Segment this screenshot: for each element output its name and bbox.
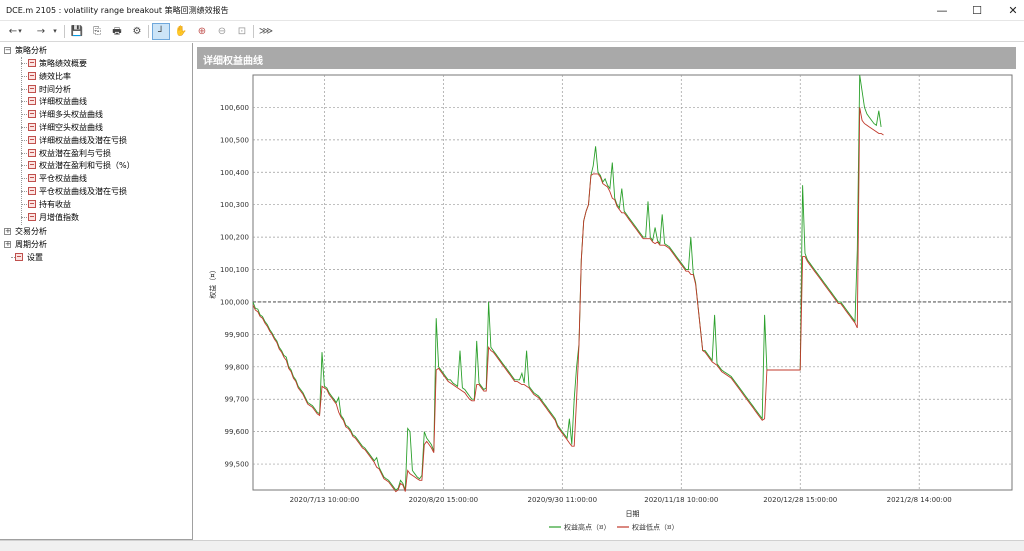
tree-guide-line <box>21 216 27 218</box>
y-tick-label: 100,300 <box>220 201 249 209</box>
tree-guide-line <box>21 203 27 205</box>
report-page-icon <box>28 148 36 157</box>
settings-page-icon <box>15 253 23 261</box>
report-page-icon <box>28 59 36 67</box>
y-tick-label: 100,400 <box>220 169 249 177</box>
legend-label-low: 权益低点（¤） <box>632 523 678 532</box>
report-page-icon <box>28 135 36 144</box>
tree-guide-line <box>21 191 27 192</box>
window-title: DCE.m 2105 : volatility range breakout 策… <box>6 6 229 15</box>
toolbar: ← ▾ → ▾ 💾 ⎘ 🖶 ⚙ ┘ ✋ ⊕ ⊖ ⊡ ⋙ <box>0 21 1024 42</box>
tree-node-item[interactable]: 权益潜在盈利与亏损 <box>39 147 111 160</box>
copy-icon[interactable]: ⎘ <box>88 23 106 40</box>
tree-node-item[interactable]: 平仓权益曲线 <box>39 172 87 185</box>
x-tick-label: 2020/8/20 15:00:00 <box>409 496 479 504</box>
x-tick-label: 2021/2/8 14:00:00 <box>887 496 952 504</box>
y-tick-label: 100,000 <box>220 298 249 306</box>
minimize-button[interactable]: — <box>922 0 962 21</box>
report-page-icon <box>28 123 36 131</box>
tree-node-item[interactable]: 持有收益 <box>39 198 71 211</box>
x-axis-label: 日期 <box>626 510 640 518</box>
y-tick-label: 99,800 <box>225 363 250 371</box>
print-icon[interactable]: 🖶 <box>108 23 126 40</box>
equity-chart[interactable]: 99,500 99,600 99,700 99,800 99,900 100,000 100… <box>197 43 1024 540</box>
tree-node-item[interactable]: 平仓权益曲线及潜在亏损 <box>39 185 127 198</box>
tree-guide-line <box>21 178 27 180</box>
report-page-icon <box>28 97 36 106</box>
tree-guide-line <box>21 88 27 90</box>
toolbar-separator <box>148 25 149 38</box>
tree-node-trade-analysis[interactable]: 交易分析 <box>15 225 47 238</box>
tree-guide-line <box>21 101 27 103</box>
close-button[interactable]: ✕ <box>993 0 1024 21</box>
tree-guide-line <box>21 152 27 154</box>
tree-node-settings[interactable]: 设置 <box>27 251 43 264</box>
report-page-icon <box>28 71 36 80</box>
legend-label-high: 权益高点（¤） <box>564 523 610 532</box>
x-tick-label: 2020/11/18 10:00:00 <box>644 496 718 504</box>
report-window: DCE.m 2105 : volatility range breakout 策… <box>0 0 1024 551</box>
x-tick-label: 2020/9/30 11:00:00 <box>528 496 598 504</box>
back-dropdown-icon[interactable]: ▾ <box>16 23 24 40</box>
report-page-icon <box>28 199 36 208</box>
y-tick-label: 99,700 <box>225 396 250 404</box>
collapse-icon[interactable]: − <box>4 47 11 54</box>
report-page-icon <box>28 212 36 221</box>
tree-guide-line <box>21 127 27 128</box>
zoom-fit-icon[interactable]: ⊡ <box>233 23 251 40</box>
status-bar <box>0 540 1024 551</box>
tree-node-strategy-analysis[interactable]: 策略分析 <box>15 44 47 57</box>
x-tick-label: 2020/7/13 10:00:00 <box>290 496 360 504</box>
report-page-icon <box>28 84 36 93</box>
tree-guide-line <box>21 57 22 225</box>
tree-guide-line <box>21 75 27 77</box>
y-tick-label: 100,100 <box>220 266 249 274</box>
maximize-button[interactable]: ☐ <box>957 0 997 21</box>
save-icon[interactable]: 💾 <box>68 23 86 40</box>
y-tick-label: 100,600 <box>220 104 249 112</box>
tree-node-item[interactable]: 策略绩效概要 <box>39 57 87 70</box>
report-page-icon <box>28 174 36 183</box>
y-axis-label: 权益（¤） <box>208 266 217 298</box>
navigation-tree: − 策略分析 策略绩效概要 绩效比率 时间分析 详细权益曲线 详细多头权益曲线 详细空头权… <box>0 43 193 540</box>
tree-guide-line <box>21 63 27 64</box>
forward-icon[interactable]: → <box>32 23 50 40</box>
tree-node-item[interactable]: 月增值指数 <box>39 211 79 224</box>
tree-node-item[interactable]: 权益潜在盈利和亏损（%） <box>39 159 135 172</box>
expand-icon[interactable]: + <box>4 228 11 235</box>
zoom-in-icon[interactable]: ⊕ <box>193 23 211 40</box>
zoom-out-icon[interactable]: ⊖ <box>213 23 231 40</box>
expand-icon[interactable]: + <box>4 241 11 248</box>
report-page-icon <box>28 187 36 195</box>
y-tick-label: 99,600 <box>225 428 250 436</box>
tree-node-item[interactable]: 绩效比率 <box>39 70 71 83</box>
report-page-icon <box>28 161 36 170</box>
forward-dropdown-icon[interactable]: ▾ <box>50 23 60 40</box>
chart-panel: 详细权益曲线 99,500 99,600 99,700 99,800 99,900 100… <box>197 43 1024 540</box>
plot-area <box>252 74 1013 491</box>
tree-guide-line <box>21 139 27 141</box>
title-bar: DCE.m 2105 : volatility range breakout 策… <box>0 0 1024 21</box>
tree-node-item[interactable]: 时间分析 <box>39 83 71 96</box>
tree-node-item[interactable]: 详细权益曲线及潜在亏损 <box>39 134 127 147</box>
toolbar-separator <box>253 25 254 38</box>
tree-node-item[interactable]: 详细权益曲线 <box>39 95 87 108</box>
x-tick-label: 2020/12/28 15:00:00 <box>763 496 837 504</box>
export-icon[interactable]: ⋙ <box>257 23 275 40</box>
tree-node-item[interactable]: 详细多头权益曲线 <box>39 108 103 121</box>
report-page-icon <box>28 110 36 119</box>
y-tick-label: 99,900 <box>225 331 250 339</box>
crosshair-icon[interactable]: ┘ <box>152 23 170 40</box>
y-tick-label: 100,200 <box>220 234 249 242</box>
y-tick-label: 99,500 <box>225 461 250 469</box>
gear-icon[interactable]: ⚙ <box>128 23 146 40</box>
toolbar-separator <box>64 25 65 38</box>
y-tick-label: 100,500 <box>220 136 249 144</box>
hand-pan-icon[interactable]: ✋ <box>172 23 190 40</box>
tree-guide-line <box>21 114 27 116</box>
tree-node-period-analysis[interactable]: 周期分析 <box>15 238 47 251</box>
tree-node-item[interactable]: 详细空头权益曲线 <box>39 121 103 134</box>
tree-guide-line <box>21 165 27 167</box>
